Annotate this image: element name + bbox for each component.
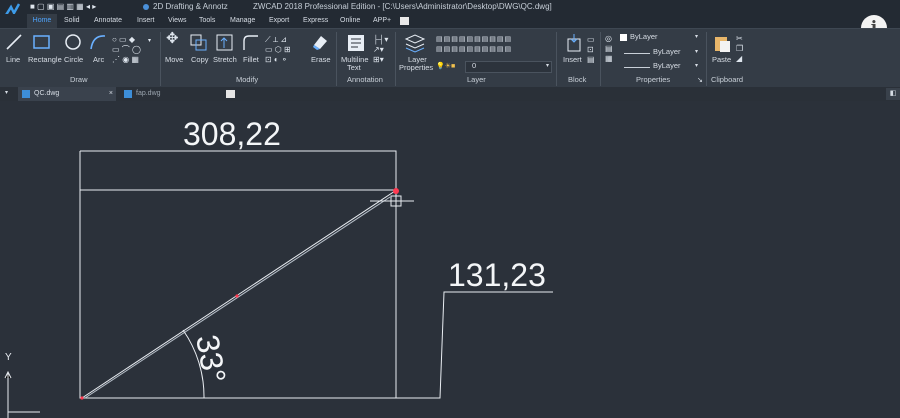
endpoint-snap-marker (393, 188, 399, 194)
height-dimension-text[interactable]: 131,23 (448, 257, 546, 293)
midpoint-marker (235, 294, 239, 298)
hypotenuse-line (81, 190, 396, 399)
ucs-y-label: Y (5, 352, 12, 363)
drawing-overlay: Y 308,22 131,23 33° (4, 116, 553, 418)
ucs-icon (4, 370, 40, 418)
origin-marker (80, 396, 84, 400)
angle-dimension-text[interactable]: 33° (189, 332, 233, 386)
width-dimension-text[interactable]: 308,22 (183, 116, 281, 152)
